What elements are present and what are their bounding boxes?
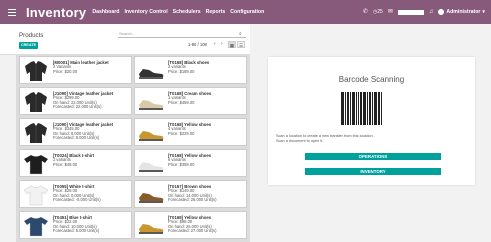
status-bar: [397, 9, 424, 15]
product-detail: Price: $229.00: [168, 130, 195, 136]
list-view-button[interactable]: ☰: [237, 41, 245, 48]
product-info: [J1090] Vintage leather jacket Price: $29…: [53, 91, 129, 110]
product-card[interactable]: [T0168] Black shoes 2 variants Price: $189…: [134, 56, 247, 84]
product-image: [137, 214, 165, 238]
product-image: [22, 214, 50, 238]
phone-icon[interactable]: ✆: [363, 9, 368, 15]
product-card[interactable]: [T0168] Yellow shoes Price: $98.00 On hand…: [134, 211, 247, 239]
product-image: [22, 183, 50, 207]
product-info: [T0168] Yellow shoes 6 variants Price: $35…: [168, 153, 244, 167]
chat-icon[interactable]: ✉: [388, 9, 393, 15]
breadcrumb: Products: [19, 32, 44, 39]
product-card[interactable]: [T0167] Brown shoes Price: $149.00 On hand…: [134, 180, 247, 208]
product-info: [T0451] Blue t-shirt Price: $22.00 On hand…: [53, 215, 129, 234]
product-detail: Forecasted: 5.000 Unit(s): [53, 228, 100, 234]
product-card[interactable]: [T0168] Yellow shoes 6 variants Price: $35…: [134, 149, 247, 177]
kanban-view-button[interactable]: ▦: [228, 41, 236, 48]
menu-schedulers[interactable]: Schedulers: [173, 9, 201, 15]
product-detail: Price: $49.00: [53, 161, 78, 167]
product-image: [137, 152, 165, 176]
search-icon[interactable]: ⌕: [239, 31, 242, 37]
product-image: [137, 90, 165, 114]
product-card[interactable]: [T0168] Cream shoes 1 variants Price: $459…: [134, 87, 247, 115]
product-card[interactable]: [T0168] Yellow shoes 4 variants Price: $22…: [134, 118, 247, 146]
menu-inventory-control[interactable]: Inventory Control: [124, 9, 167, 15]
product-card[interactable]: [J1090] Vintage leather jacket Price: $29…: [19, 87, 132, 115]
menu-configuration[interactable]: Configuration: [230, 9, 264, 15]
speaker-icon[interactable]: ♫: [429, 9, 434, 15]
user-name: Administrator: [446, 9, 481, 15]
create-button[interactable]: CREATE: [19, 42, 38, 49]
barcode-panel: Barcode Scanning Scan a location to crea…: [268, 57, 475, 185]
product-detail: Forecasted: 22.000 Unit(s): [53, 104, 102, 110]
product-card[interactable]: [T0055] White t-shirt Price: $29.00 On han…: [19, 180, 132, 208]
search-input[interactable]: Search...: [118, 31, 246, 38]
scan-message-2: Scan a document to open it.: [276, 139, 324, 143]
product-info: [M0001] Main leather jacket 2 Variants Pri…: [53, 60, 129, 74]
product-detail: Price: $459.00: [168, 99, 195, 105]
operations-button[interactable]: OPERATIONS: [305, 153, 441, 160]
user-menu[interactable]: Administrator ▾: [438, 9, 485, 15]
product-info: [T0168] Cream shoes 1 variants Price: $459…: [168, 91, 244, 105]
product-card[interactable]: [M0001] Main leather jacket 2 Variants Pri…: [19, 56, 132, 84]
apps-menu-icon[interactable]: [3, 0, 21, 24]
product-detail: Forecasted: 27.000 Unit(s): [168, 228, 217, 234]
chevron-down-icon: ▾: [482, 9, 485, 15]
product-info: [T0168] Yellow shoes 4 variants Price: $22…: [168, 122, 244, 136]
product-image: [22, 59, 50, 83]
product-image: [22, 121, 50, 145]
barcode-icon: [341, 92, 384, 125]
product-card[interactable]: [T0451] Blue t-shirt Price: $22.00 On hand…: [19, 211, 132, 239]
product-info: [T0024] Black t-shirt 2 variants Price: $4…: [53, 153, 129, 167]
systray: ✆ ◷25 ✉ ♫ Administrator ▾: [363, 0, 485, 24]
avatar: [438, 9, 445, 15]
menu-reports[interactable]: Reports: [206, 9, 226, 15]
product-detail: Price: $20.00: [53, 68, 78, 74]
product-info: [T0168] Yellow shoes Price: $98.00 On hand…: [168, 215, 244, 234]
product-info: [T0168] Black shoes 2 variants Price: $189…: [168, 60, 244, 74]
product-detail: Price: $359.00: [168, 161, 195, 167]
product-image: [137, 183, 165, 207]
app-brand[interactable]: Inventory: [26, 5, 86, 20]
product-card[interactable]: [T0024] Black t-shirt 2 variants Price: $4…: [19, 149, 132, 177]
control-panel: [0, 24, 250, 55]
menu-dashboard[interactable]: Dashboard: [92, 9, 119, 15]
panel-title: Barcode Scanning: [338, 75, 405, 84]
product-info: [T0167] Brown shoes Price: $149.00 On hand…: [168, 184, 244, 203]
product-detail: Forecasted: -5.000 Unit(s): [53, 197, 101, 203]
product-image: [137, 121, 165, 145]
product-image: [22, 152, 50, 176]
product-detail: Forecasted: 8.000 Unit(s): [53, 135, 100, 141]
inventory-button[interactable]: INVENTORY: [305, 168, 441, 175]
product-info: [J1090] Vintage leather jacket Price: $34…: [53, 122, 129, 141]
pager-next-button[interactable]: ›: [221, 41, 223, 48]
top-navbar: Inventory Dashboard Inventory Control Sc…: [0, 0, 491, 24]
product-image: [22, 90, 50, 114]
product-image: [137, 59, 165, 83]
pager-previous-button[interactable]: ‹: [214, 41, 216, 48]
product-card[interactable]: [J1090] Vintage leather jacket Price: $34…: [19, 118, 132, 146]
product-detail: Forecasted: 25.000 Unit(s): [168, 197, 217, 203]
product-info: [T0055] White t-shirt Price: $29.00 On han…: [53, 184, 129, 203]
pager-value[interactable]: 1-80 / 108: [188, 42, 207, 48]
activity-counter[interactable]: ◷25: [373, 9, 383, 15]
product-detail: Price: $189.00: [168, 68, 195, 74]
product-kanban: [M0001] Main leather jacket 2 Variants Pri…: [16, 55, 250, 242]
